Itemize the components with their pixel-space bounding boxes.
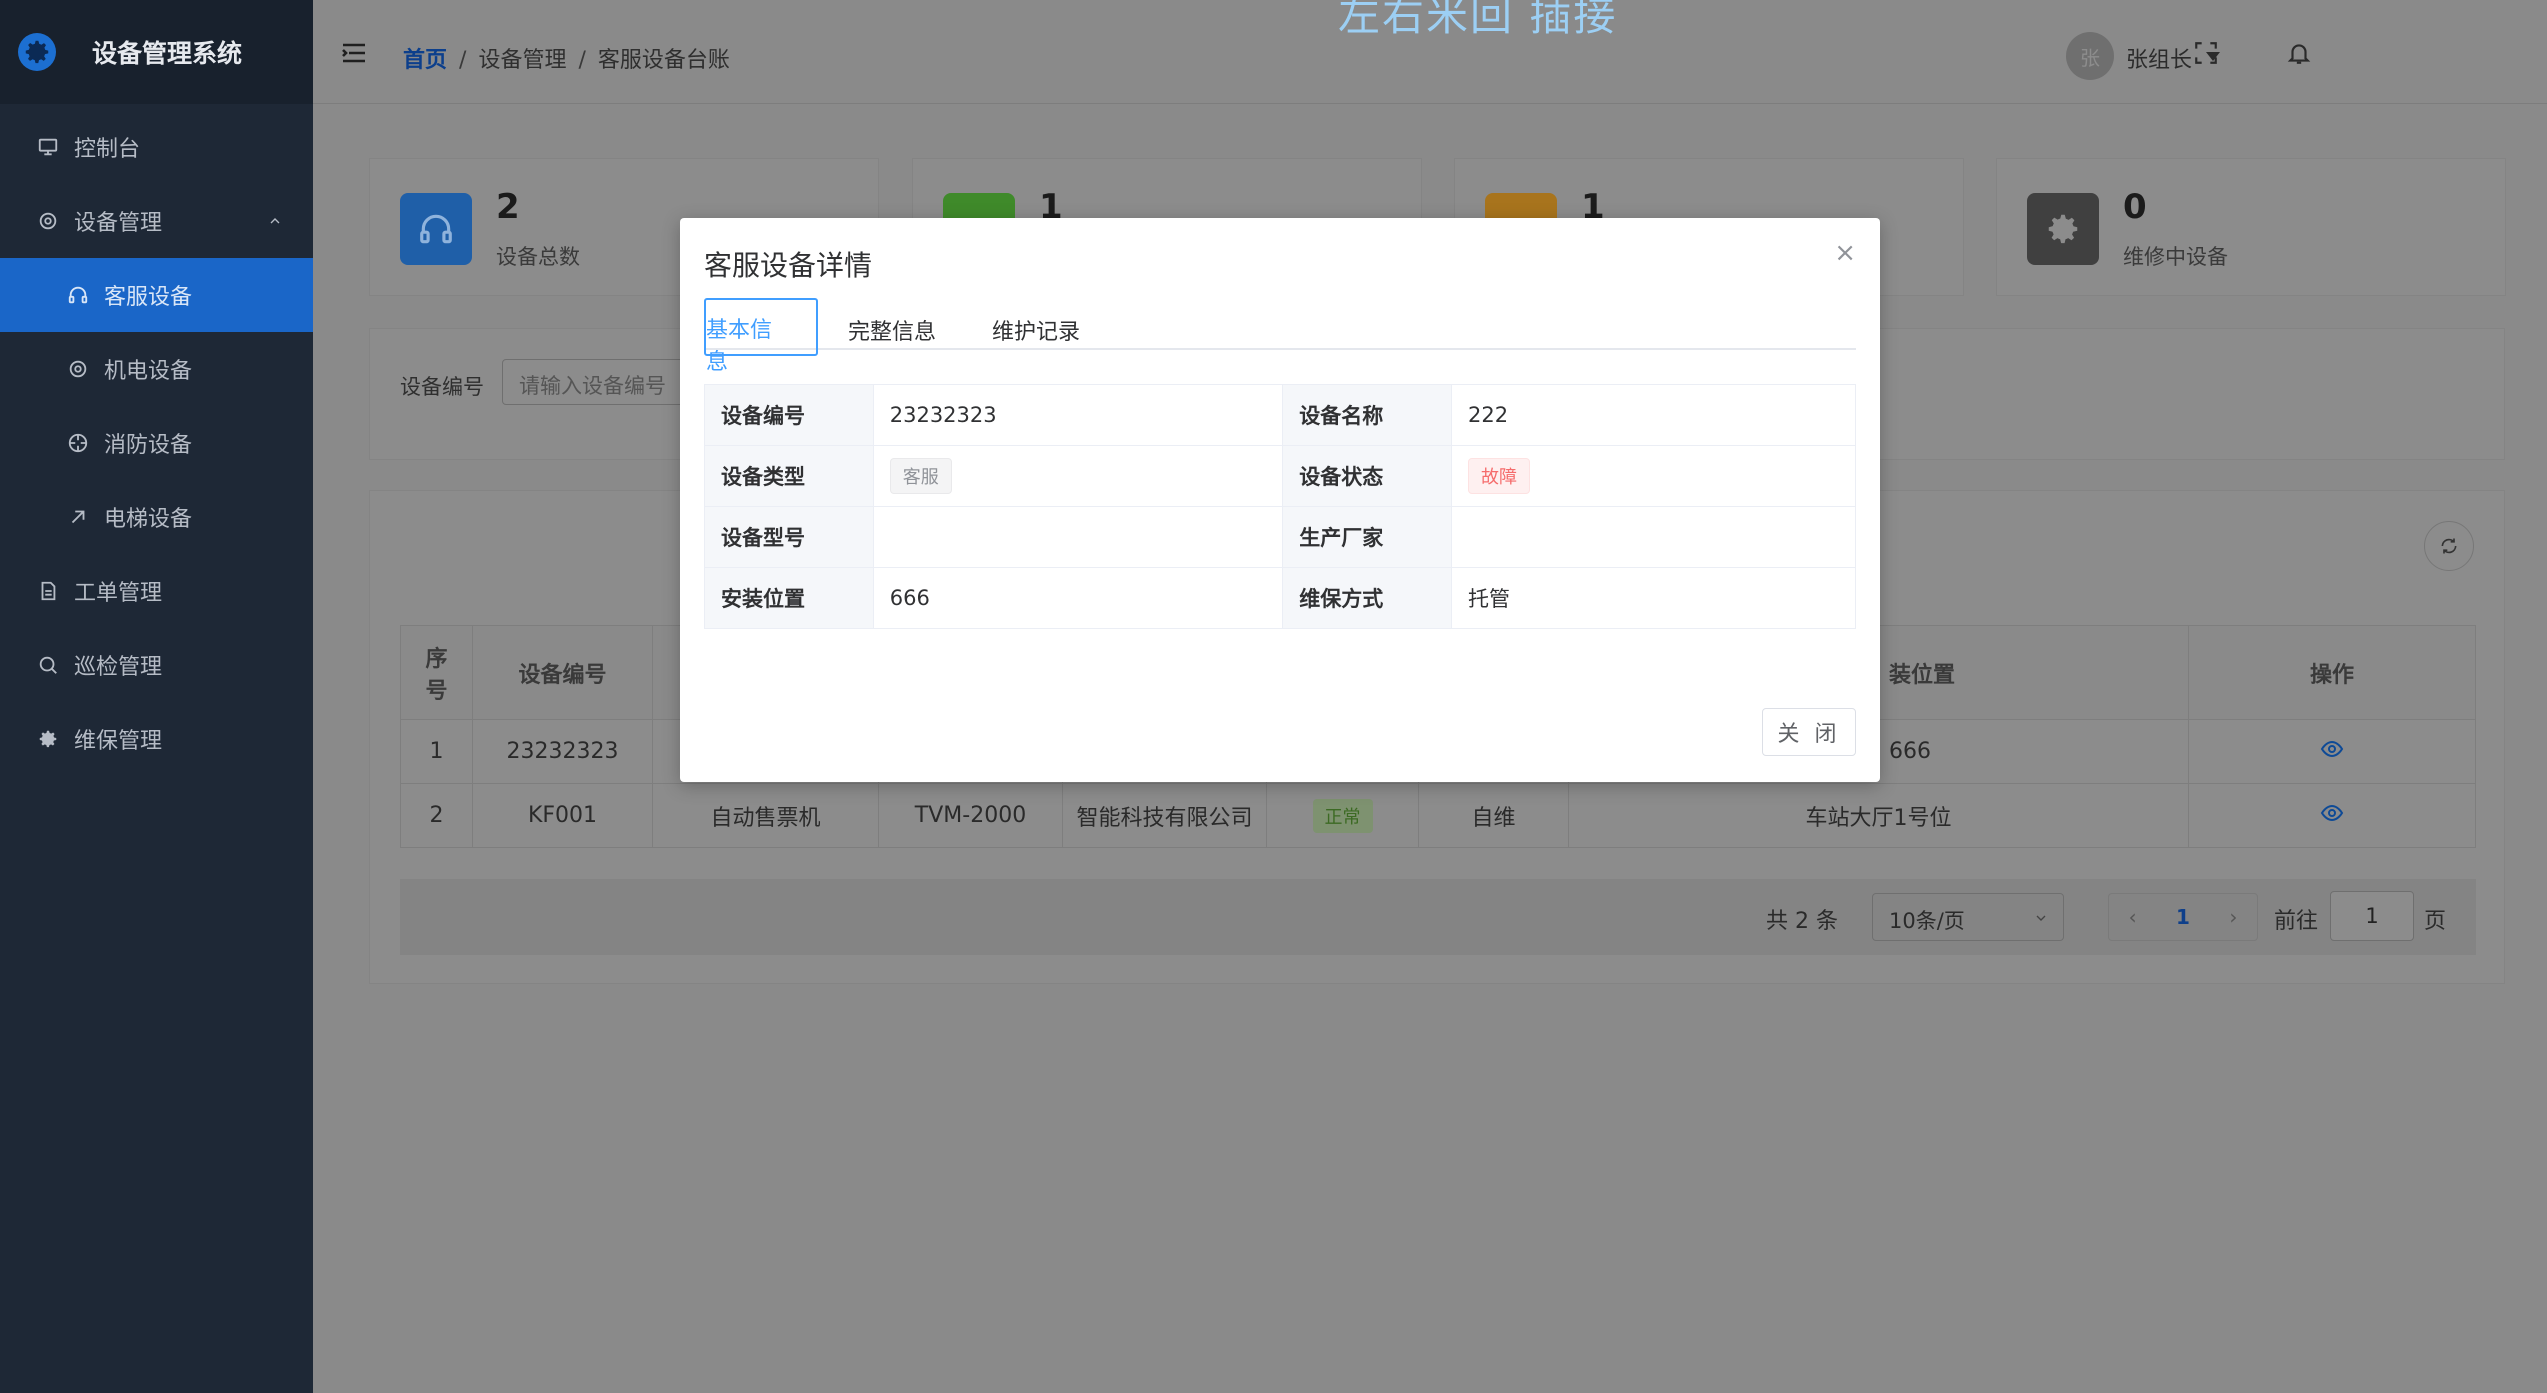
stat-card-repairing: 0 维修中设备 (1996, 158, 2506, 296)
sidebar-item-label: 消防设备 (104, 433, 193, 458)
caret-down-icon[interactable] (2206, 52, 2220, 61)
eye-icon (2320, 740, 2344, 757)
stat-label: 维修中设备 (2123, 245, 2228, 269)
field-maintenance-mode: 托管 (1451, 567, 1856, 629)
sidebar-item-label: 控制台 (74, 137, 141, 162)
status-badge: 故障 (1468, 458, 1531, 494)
device-detail-dialog: 客服设备详情 × 基本信息 完整信息 维护记录 设备编号 23232323 设备… (680, 218, 1880, 782)
chevron-up-icon (267, 210, 283, 235)
bell-icon[interactable] (2286, 40, 2312, 70)
field-device-model (872, 506, 1284, 568)
stat-value: 0 (2123, 187, 2147, 227)
field-label: 生产厂家 (1282, 506, 1453, 568)
sidebar-item-label: 维保管理 (74, 729, 163, 754)
breadcrumb: 首页 / 设备管理 / 客服设备台账 (403, 48, 730, 73)
view-button[interactable] (2188, 783, 2476, 848)
sidebar-item-label: 设备管理 (74, 211, 163, 236)
gear-icon (66, 357, 90, 381)
field-manufacturer (1451, 506, 1856, 568)
stat-label: 设备总数 (496, 245, 580, 269)
search-icon (36, 653, 60, 677)
refresh-icon (2441, 538, 2457, 554)
breadcrumb-current: 客服设备台账 (597, 48, 730, 73)
sidebar-item-device-management[interactable]: 设备管理 (0, 184, 313, 258)
monitor-icon (36, 135, 60, 159)
tab-full-info[interactable]: 完整信息 (848, 302, 936, 358)
eye-icon (2320, 804, 2344, 821)
sidebar-item-label: 电梯设备 (104, 507, 193, 532)
field-location: 666 (872, 567, 1284, 629)
breadcrumb-device-management[interactable]: 设备管理 (478, 48, 566, 73)
sidebar-item-maintenance[interactable]: 维保管理 (0, 702, 313, 776)
view-button[interactable] (2188, 719, 2476, 784)
table-row: 2 KF001 自动售票机 TVM-2000 智能科技有限公司 正常 自维 车站… (400, 783, 2476, 848)
filter-code-label: 设备编号 (400, 375, 484, 399)
sidebar-item-label: 工单管理 (74, 581, 163, 606)
gear-icon (36, 209, 60, 233)
sidebar-item-work-orders[interactable]: 工单管理 (0, 554, 313, 628)
sidebar-item-label: 机电设备 (104, 359, 193, 384)
target-icon (66, 431, 90, 455)
close-button[interactable]: 关 闭 (1762, 708, 1856, 756)
sidebar-item-dashboard[interactable]: 控制台 (0, 110, 313, 184)
page-unit-label: 页 (2424, 909, 2447, 934)
field-label: 设备编号 (704, 384, 874, 446)
pagination-total: 共 2 条 (1766, 909, 1838, 934)
app-title: 设备管理系统 (92, 39, 243, 68)
page-size-select[interactable]: 10条/页 (1872, 893, 2064, 941)
sidebar-item-label: 巡检管理 (74, 655, 163, 680)
menu-toggle-icon[interactable] (341, 42, 367, 68)
pagination: 共 2 条 10条/页 ‹ 1 › 前往 1 页 (400, 879, 2476, 955)
field-device-name: 222 (1451, 384, 1856, 446)
tab-basic-info[interactable]: 基本信息 (704, 298, 818, 375)
arrow-up-right-icon (66, 505, 90, 529)
pager-buttons: ‹ 1 › (2108, 893, 2258, 941)
document-icon (36, 579, 60, 603)
field-label: 设备类型 (704, 445, 874, 507)
sidebar-item-label: 客服设备 (104, 285, 193, 310)
close-icon[interactable]: × (1834, 238, 1856, 268)
field-label: 设备状态 (1282, 445, 1453, 507)
stat-value: 2 (496, 187, 520, 227)
sidebar-item-fire-devices[interactable]: 消防设备 (0, 406, 313, 480)
col-actions: 操作 (2188, 625, 2476, 720)
sidebar-item-inspection[interactable]: 巡检管理 (0, 628, 313, 702)
dialog-title: 客服设备详情 (704, 249, 873, 282)
app-logo: 设备管理系统 (0, 0, 313, 104)
prev-page-button[interactable]: ‹ (2129, 905, 2137, 929)
refresh-button[interactable] (2424, 521, 2474, 571)
headset-icon (400, 193, 472, 265)
field-label: 设备型号 (704, 506, 874, 568)
avatar[interactable]: 张 (2066, 32, 2114, 80)
headset-icon (66, 283, 90, 307)
next-page-button[interactable]: › (2229, 905, 2237, 929)
breadcrumb-home[interactable]: 首页 (403, 48, 447, 73)
col-code: 设备编号 (472, 625, 653, 720)
sidebar-item-electromechanical[interactable]: 机电设备 (0, 332, 313, 406)
username[interactable]: 张组长 (2126, 42, 2192, 74)
field-label: 安装位置 (704, 567, 874, 629)
field-label: 设备名称 (1282, 384, 1453, 446)
settings-icon (36, 727, 60, 751)
field-device-code: 23232323 (872, 384, 1284, 446)
sidebar-item-elevator-devices[interactable]: 电梯设备 (0, 480, 313, 554)
detail-descriptions: 设备编号 23232323 设备名称 222 设备类型 客服 设备状态 故障 设… (704, 384, 1856, 629)
col-index: 序号 (400, 625, 473, 720)
chevron-down-icon (2036, 915, 2046, 921)
goto-page-input[interactable]: 1 (2330, 891, 2414, 941)
dialog-tabs: 基本信息 完整信息 维护记录 (704, 298, 1856, 375)
settings-icon (2027, 193, 2099, 265)
sidebar: 设备管理系统 控制台 设备管理 客服设备 机电设备 消防设备 电梯设备 工单管理… (0, 0, 313, 1393)
status-badge: 正常 (1312, 798, 1373, 833)
watermark-text: 左右米回 插接 (1338, 0, 1618, 40)
page-number-current[interactable]: 1 (2176, 905, 2190, 929)
device-type-tag: 客服 (889, 458, 952, 494)
goto-label: 前往 (2274, 909, 2319, 934)
sidebar-item-service-devices[interactable]: 客服设备 (0, 258, 313, 332)
tab-maintenance-records[interactable]: 维护记录 (992, 302, 1080, 358)
field-label: 维保方式 (1282, 567, 1453, 629)
gear-logo-icon (18, 33, 56, 71)
